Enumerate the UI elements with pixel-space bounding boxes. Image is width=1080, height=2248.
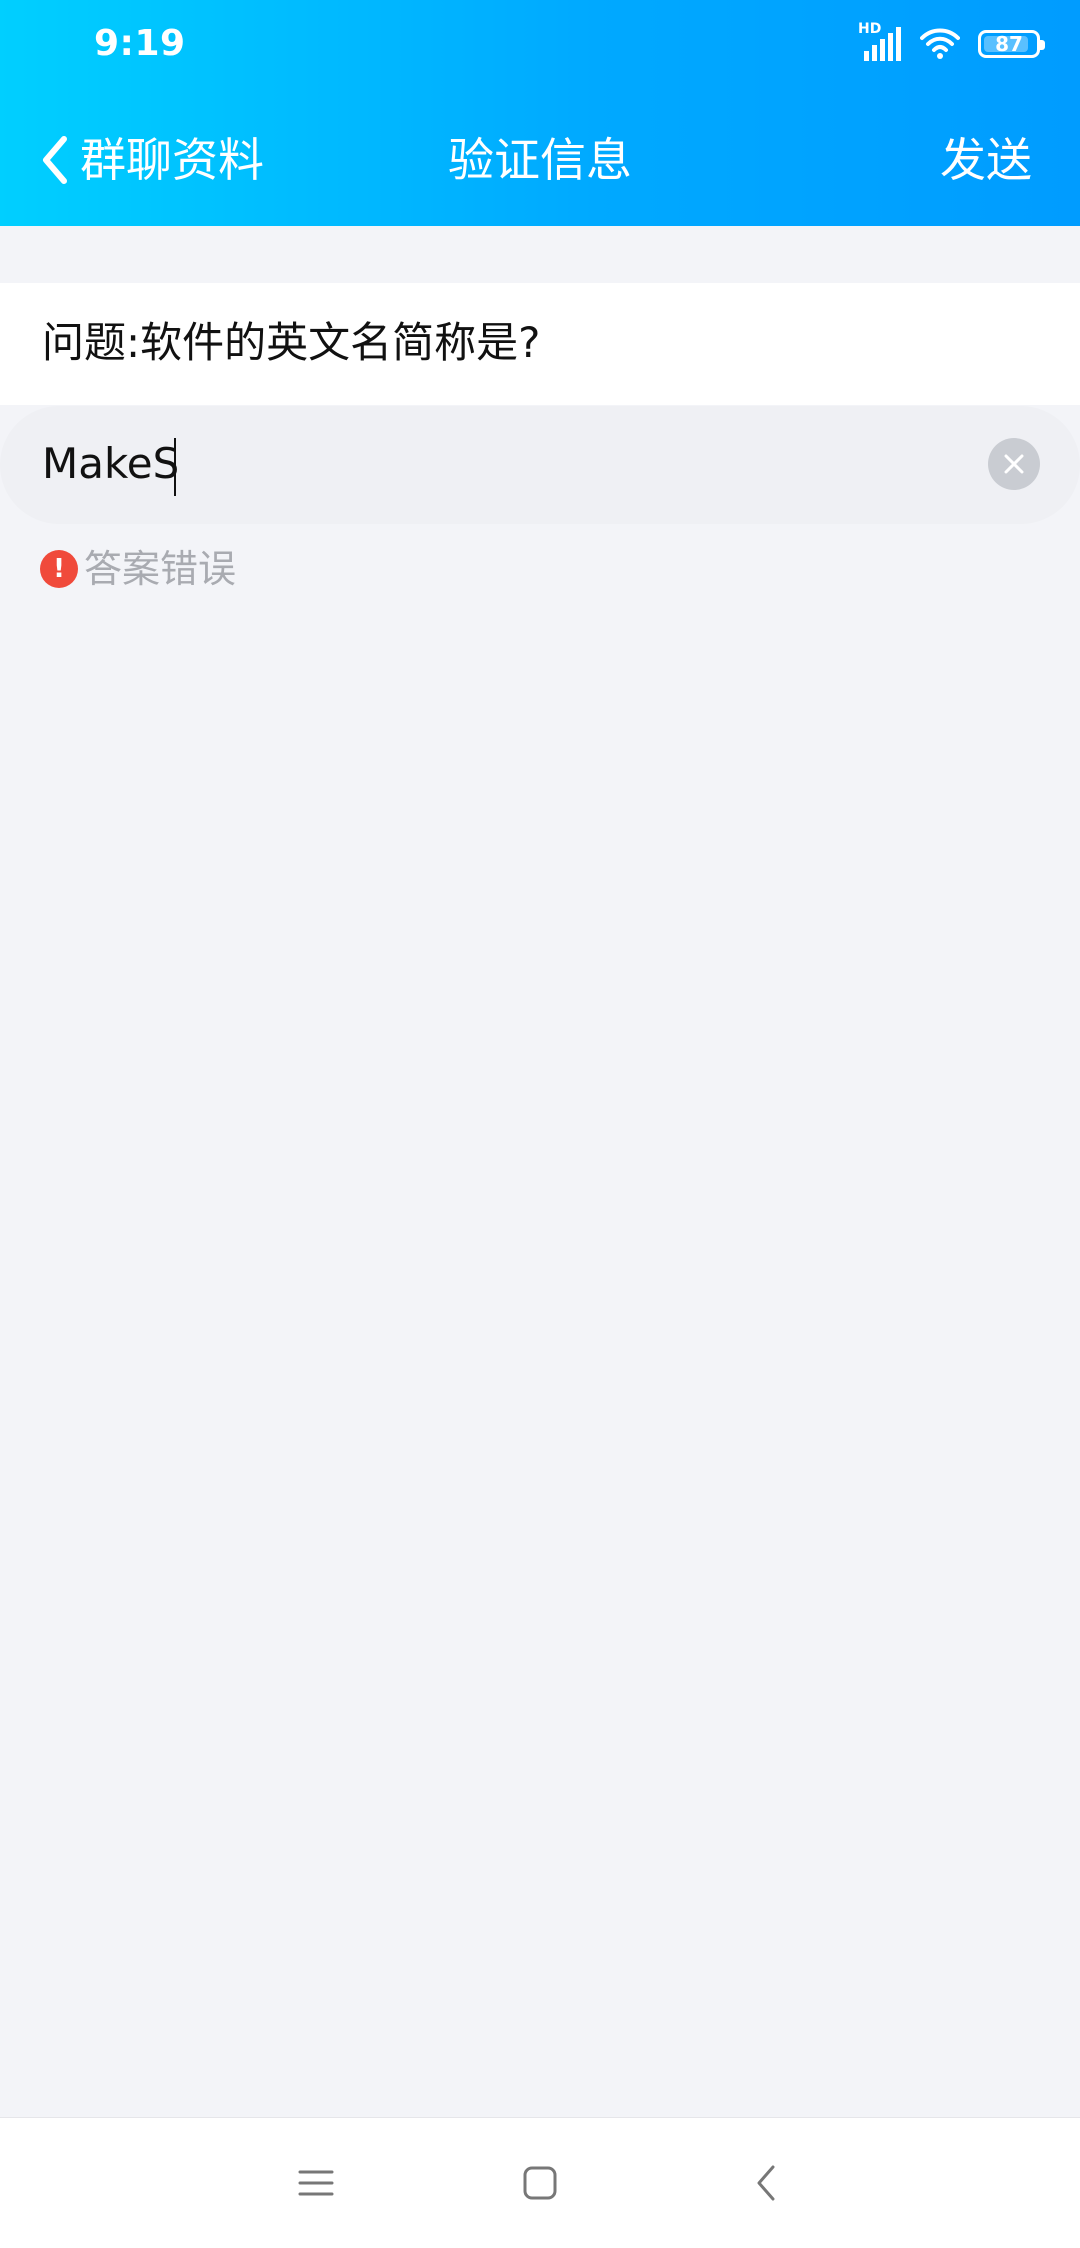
answer-input[interactable] xyxy=(42,432,942,496)
send-button[interactable]: 发送 xyxy=(940,130,1032,190)
header: 9:19 HD 87 群聊资料 验证信息 发送 xyxy=(0,0,1080,226)
home-button[interactable] xyxy=(510,2153,570,2213)
clear-button[interactable] xyxy=(988,438,1040,490)
error-text: 答案错误 xyxy=(84,547,237,591)
system-nav-bar xyxy=(0,2117,1080,2248)
battery-icon: 87 xyxy=(978,30,1045,58)
error-icon: ! xyxy=(40,550,78,588)
error-message: ! 答案错误 xyxy=(40,544,236,594)
menu-icon xyxy=(298,2170,334,2196)
question-text: 问题:软件的英文名简称是? xyxy=(42,318,541,367)
status-time: 9:19 xyxy=(94,23,186,64)
system-back-button[interactable] xyxy=(736,2153,796,2213)
wifi-icon xyxy=(920,28,960,59)
recent-apps-button[interactable] xyxy=(286,2153,346,2213)
status-icons: HD 87 xyxy=(858,21,1045,66)
question-box: 问题:软件的英文名简称是? xyxy=(0,283,1080,405)
text-caret xyxy=(174,438,176,496)
clear-icon xyxy=(1004,454,1024,474)
battery-level: 87 xyxy=(995,32,1023,56)
page-title: 验证信息 xyxy=(448,133,632,187)
home-icon xyxy=(523,2166,557,2200)
signal-icon: HD xyxy=(858,21,902,61)
answer-box xyxy=(0,406,1080,524)
title-bar: 群聊资料 验证信息 发送 xyxy=(0,100,1080,220)
back-icon xyxy=(757,2165,775,2201)
